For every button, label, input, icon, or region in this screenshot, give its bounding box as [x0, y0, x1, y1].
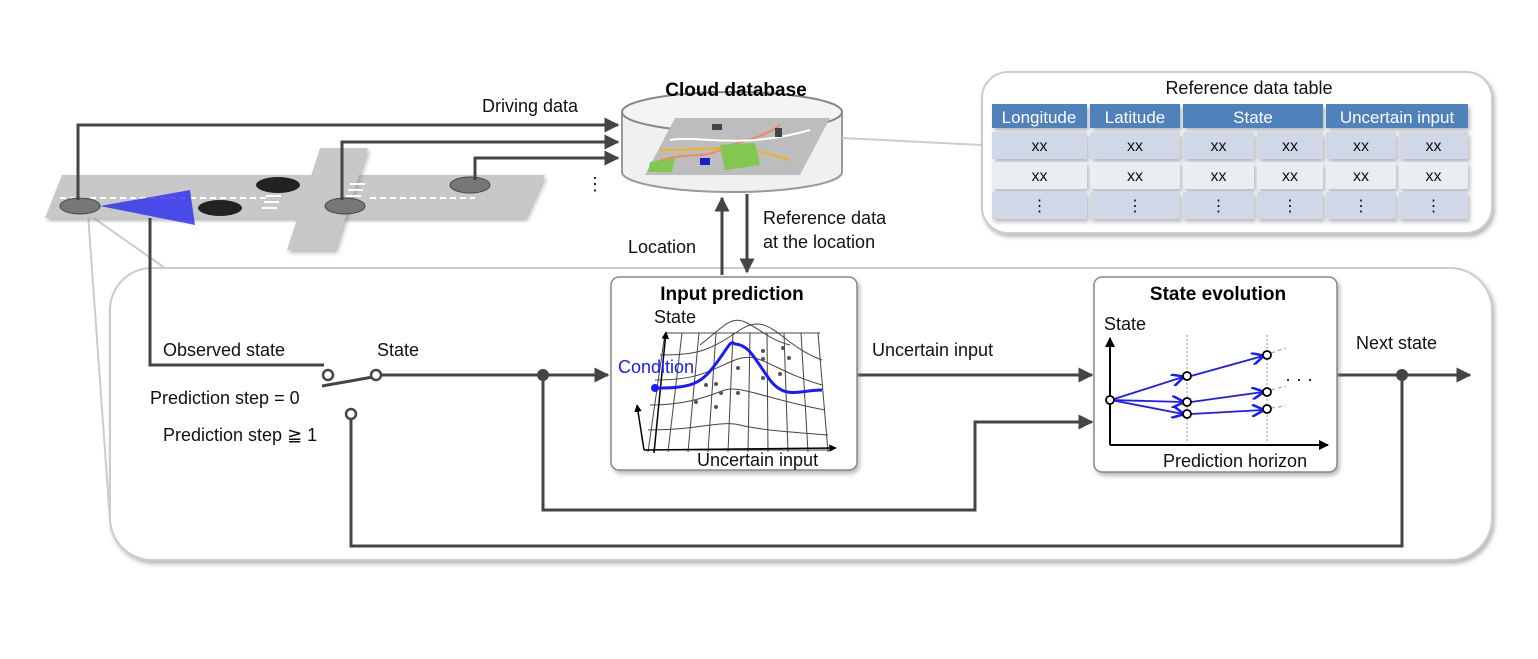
table-cell-value: xx [1426, 168, 1442, 185]
state-evolution-y-label: State [1104, 314, 1146, 334]
diagram: Driving data ⋮ Cloud database Reference … [45, 71, 1493, 561]
reference-table-title: Reference data table [1165, 78, 1332, 98]
connected-car-icon [449, 176, 491, 194]
table-cell-value: ⋮ [1353, 198, 1369, 215]
more-steps-ellipsis: · · · [1285, 369, 1313, 389]
condition-label: Condition [618, 357, 694, 377]
road-scene [45, 148, 545, 250]
table-cell-value: ⋮ [1426, 198, 1442, 215]
more-vehicles-ellipsis: ⋮ [586, 174, 604, 194]
table-cell-value: xx [1282, 138, 1298, 155]
table-cell-value: xx [1353, 168, 1369, 185]
table-cell-value: xx [1211, 168, 1227, 185]
table-cell-value: xx [1032, 138, 1048, 155]
table-cell-value: xx [1211, 138, 1227, 155]
table-cell-value: ⋮ [1127, 198, 1143, 215]
table-cell-value: xx [1282, 168, 1298, 185]
state-label: State [377, 340, 419, 360]
reference-data-label-line2: at the location [763, 232, 875, 252]
table-cell-value: xx [1127, 168, 1143, 185]
ego-car-icon [59, 197, 101, 215]
state-evolution-title: State evolution [1150, 284, 1286, 305]
junction-dot [1396, 369, 1408, 381]
input-prediction-title: Input prediction [660, 284, 804, 305]
column-header: Uncertain input [1340, 108, 1455, 127]
prediction-step-0-label: Prediction step = 0 [150, 388, 300, 408]
input-prediction-x-label: Uncertain input [697, 450, 818, 470]
table-cell-value: ⋮ [1032, 198, 1048, 215]
column-header: Longitude [1002, 108, 1077, 127]
junction-dot [537, 369, 549, 381]
table-cell-value: xx [1032, 168, 1048, 185]
connected-car-icon [324, 197, 366, 215]
table-cell-value: xx [1426, 138, 1442, 155]
table-cell-value: xx [1353, 138, 1369, 155]
prediction-step-1-label: Prediction step ≧ 1 [163, 425, 317, 445]
car-icon [198, 200, 242, 216]
observed-state-label: Observed state [163, 340, 285, 360]
uncertain-input-label: Uncertain input [872, 340, 993, 360]
cloud-database-icon [621, 91, 843, 193]
state-evolution-x-label: Prediction horizon [1163, 451, 1307, 471]
next-state-label: Next state [1356, 333, 1437, 353]
cloud-database-title: Cloud database [665, 80, 806, 101]
column-header: State [1233, 108, 1273, 127]
table-cell-value: ⋮ [1211, 198, 1227, 215]
table-cell-value: ⋮ [1282, 198, 1298, 215]
driving-data-label: Driving data [482, 96, 579, 116]
car-icon [256, 177, 300, 193]
table-cell-value: xx [1127, 138, 1143, 155]
input-prediction-y-label: State [654, 307, 696, 327]
reference-data-label: Reference data [763, 208, 887, 228]
location-label: Location [628, 237, 696, 257]
column-header: Latitude [1105, 108, 1166, 127]
